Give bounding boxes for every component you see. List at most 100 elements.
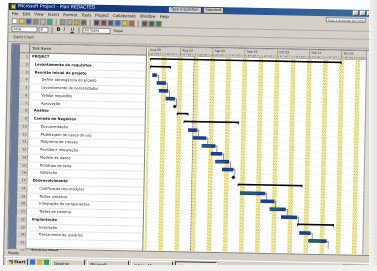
toolbar-separator — [137, 19, 139, 27]
title-dropdown-1[interactable]: Type a question — [168, 7, 201, 13]
summary-bar — [296, 223, 334, 226]
task-id-cell[interactable]: 9 — [18, 115, 29, 123]
task-id-cell[interactable]: 13 — [18, 146, 29, 154]
italic-button[interactable]: I — [62, 27, 68, 33]
gantt-chart: Aug 08 S M T W T F S S M T W T F S Aug 22 S M T W T F S S M T W T F S… — [144, 46, 375, 256]
link-icon[interactable] — [93, 19, 100, 26]
monitor-bezel — [369, 0, 377, 271]
task-id-cell[interactable]: 6 — [19, 91, 30, 99]
progress-bar — [201, 145, 212, 147]
task-id-cell[interactable]: 23 — [16, 223, 27, 231]
task-bar — [299, 231, 311, 235]
title-dropdown-2[interactable]: Standard — [203, 7, 224, 14]
task-bar — [280, 215, 298, 220]
progress-bar — [308, 240, 322, 242]
assign-icon[interactable] — [128, 19, 135, 26]
task-table: Task Name 1 PROJECT 2 Levantamento de requi… — [16, 44, 148, 258]
cut-icon[interactable] — [59, 18, 66, 25]
view-label: Gantt Chart — [13, 35, 34, 40]
open-icon[interactable] — [18, 17, 25, 24]
font-name-combo[interactable]: Arial — [11, 25, 38, 33]
task-id-cell[interactable]: 2 — [19, 60, 30, 68]
task-id-cell[interactable]: 21 — [16, 208, 28, 216]
timescale-label: Oct 17 — [311, 51, 321, 55]
task-id-cell[interactable]: 24 — [16, 231, 27, 239]
timescale-label: Sep 19 — [247, 50, 258, 54]
task-id-cell[interactable]: 12 — [18, 138, 29, 146]
task-id-cell[interactable]: 18 — [17, 184, 28, 192]
unlink-icon[interactable] — [100, 19, 107, 26]
task-bar — [158, 88, 169, 93]
toolbar-separator — [78, 26, 80, 33]
progress-bar — [215, 160, 225, 163]
select-all-cell[interactable] — [20, 44, 31, 53]
goto-icon[interactable] — [155, 20, 162, 27]
task-id-cell[interactable]: 11 — [18, 130, 29, 138]
progress-bar — [269, 208, 281, 211]
timescale-label: Oct 03 — [279, 50, 289, 54]
filter-combo[interactable]: All Tasks — [82, 26, 111, 34]
timescale-label: Aug 08 — [150, 48, 161, 52]
task-id-cell[interactable]: 16 — [17, 169, 28, 177]
task-id-cell[interactable]: 22 — [16, 215, 27, 223]
task-bar — [221, 167, 234, 172]
task-bar — [152, 73, 157, 77]
task-id-cell[interactable]: 3 — [19, 68, 30, 76]
folder-quicklaunch-icon[interactable] — [37, 259, 43, 265]
info-icon[interactable] — [114, 19, 121, 26]
zoom-out-icon[interactable] — [148, 20, 155, 27]
maximize-button[interactable] — [359, 10, 366, 16]
task-id-cell[interactable]: 5 — [19, 84, 30, 92]
task-id-cell[interactable]: 19 — [17, 192, 28, 200]
monitor-bezel — [0, 265, 377, 271]
summary-bar — [150, 65, 171, 68]
paste-icon[interactable] — [73, 18, 80, 25]
toolbar-separator — [51, 26, 53, 33]
new-icon[interactable] — [11, 17, 18, 24]
task-id-cell[interactable]: 10 — [18, 122, 29, 130]
font-size-combo[interactable]: 8 — [38, 26, 49, 33]
timescale-label: Sep 05 — [215, 49, 226, 53]
task-bar — [156, 81, 166, 85]
print-icon[interactable] — [32, 17, 39, 25]
task-id-cell[interactable]: 4 — [19, 76, 30, 84]
task-bar — [260, 199, 275, 204]
task-id-cell[interactable]: 17 — [17, 177, 28, 185]
minimize-button[interactable] — [352, 10, 359, 16]
timescale-label: Aug 22 — [182, 48, 193, 52]
zoom-in-icon[interactable] — [141, 20, 148, 27]
screen-photo: Microsoft Project - Plan REDACTED Type a… — [0, 0, 377, 271]
task-id-cell[interactable]: 14 — [17, 153, 29, 161]
notes-icon[interactable] — [121, 19, 128, 26]
ie-quicklaunch-icon[interactable] — [30, 259, 36, 265]
save-icon[interactable] — [25, 17, 32, 24]
preview-icon[interactable] — [39, 18, 46, 25]
nonworking-hatch — [337, 254, 341, 256]
copy-icon[interactable] — [66, 18, 73, 25]
help-search-input[interactable]: Type a question for help — [325, 17, 366, 23]
split-icon[interactable] — [107, 19, 114, 26]
project-app-icon — [10, 4, 16, 10]
undo-icon[interactable] — [80, 18, 87, 26]
title-bar-dropdowns: Type a question Standard — [168, 7, 224, 14]
task-id-cell[interactable]: 20 — [17, 200, 28, 208]
status-text: Ready — [8, 251, 20, 256]
nonworking-hatch — [321, 253, 325, 256]
gantt-view: Task Name 1 PROJECT 2 Levantamento de requi… — [7, 43, 375, 258]
underline-button[interactable]: U — [69, 27, 75, 33]
gantt-chart-canvas: Aug 08S M T W T F S S M T W T F SAug 22S M T W T F S S M T W T F S… — [144, 46, 375, 256]
task-bar — [210, 151, 223, 156]
show-label[interactable]: Show — [111, 27, 125, 33]
task-id-cell[interactable]: 15 — [17, 161, 28, 169]
windows-logo-icon — [8, 259, 14, 264]
timescale-label: Oct 31 — [344, 51, 354, 55]
bold-button[interactable]: B — [55, 26, 61, 32]
spell-icon[interactable] — [46, 18, 53, 25]
task-id-cell[interactable]: 1 — [19, 53, 31, 61]
task-id-cell[interactable]: 8 — [18, 107, 29, 115]
task-id-cell[interactable]: 7 — [19, 99, 30, 107]
task-bar — [192, 136, 207, 140]
task-id-cell[interactable]: 25 — [16, 239, 27, 247]
toolbar-separator — [55, 18, 57, 25]
table-body: 1 PROJECT 2 Levantamento de requisitos 3 Reun… — [16, 53, 147, 258]
